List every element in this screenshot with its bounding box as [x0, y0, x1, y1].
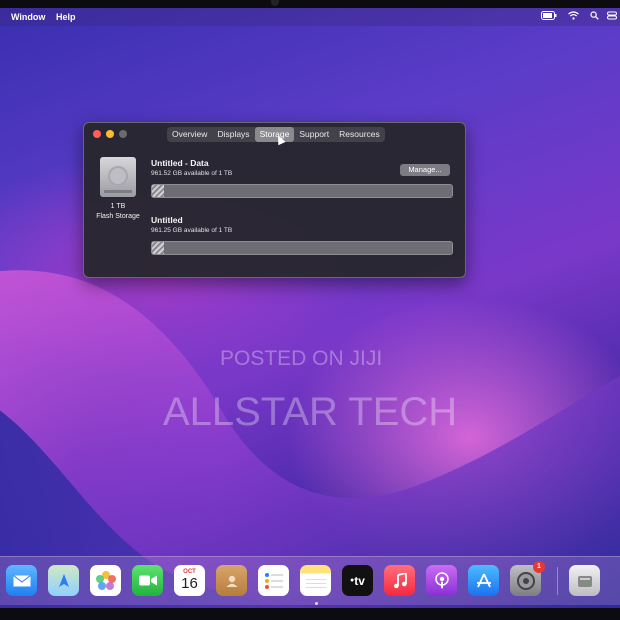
- minimize-button[interactable]: [106, 130, 114, 138]
- tv-label: tv: [354, 573, 365, 588]
- reminders-icon[interactable]: [258, 565, 289, 596]
- tab-storage[interactable]: Storage: [254, 127, 295, 142]
- hard-drive-icon: [100, 157, 136, 197]
- storage-bar-fill: [152, 185, 164, 197]
- dock-separator: [557, 567, 558, 595]
- system-preferences-icon[interactable]: 1: [510, 561, 545, 596]
- dock: OCT 16 ● tv 1: [0, 556, 620, 605]
- calendar-icon[interactable]: OCT 16: [174, 565, 205, 596]
- menu-item-help[interactable]: Help: [56, 12, 76, 22]
- manage-button[interactable]: Manage...: [400, 164, 450, 176]
- menu-bar: Window Help: [0, 8, 620, 26]
- notes-icon[interactable]: [300, 565, 331, 596]
- menu-item-window[interactable]: Window: [11, 12, 45, 22]
- mail-icon[interactable]: [6, 565, 37, 596]
- photos-icon[interactable]: [90, 565, 121, 596]
- notification-badge: 1: [533, 561, 545, 573]
- volume-name: Untitled: [151, 215, 183, 225]
- volume-name: Untitled - Data: [151, 158, 209, 168]
- storage-bar: [151, 184, 453, 198]
- battery-icon[interactable]: [541, 11, 557, 22]
- tab-support[interactable]: Support: [294, 127, 334, 142]
- desktop-wallpaper: [0, 8, 620, 608]
- control-center-icon[interactable]: [607, 11, 617, 22]
- close-button[interactable]: [93, 130, 101, 138]
- calendar-day: 16: [181, 575, 198, 592]
- maps-icon[interactable]: [48, 565, 79, 596]
- tab-overview[interactable]: Overview: [167, 127, 212, 142]
- drive-type: Flash Storage: [96, 213, 140, 220]
- search-icon[interactable]: [590, 11, 599, 22]
- tab-displays[interactable]: Displays: [212, 127, 254, 142]
- watermark-brand: ALLSTAR TECH: [163, 390, 458, 434]
- tab-resources[interactable]: Resources: [334, 127, 385, 142]
- volume-available: 961.52 GB available of 1 TB: [151, 170, 233, 177]
- storage-bar-fill: [152, 242, 164, 254]
- apple-tv-icon[interactable]: ● tv: [342, 565, 373, 596]
- storage-bar: [151, 241, 453, 255]
- zoom-button[interactable]: [119, 130, 127, 138]
- dock-running-indicator: [315, 602, 318, 605]
- podcasts-icon[interactable]: [426, 565, 457, 596]
- camera-notch: [271, 0, 279, 6]
- app-store-icon[interactable]: [468, 565, 499, 596]
- watermark-posted: POSTED ON JIJI: [220, 347, 383, 370]
- music-icon[interactable]: [384, 565, 415, 596]
- volume-available: 961.25 GB available of 1 TB: [151, 227, 233, 234]
- about-this-mac-window: Overview Displays Storage Support Resour…: [83, 122, 466, 278]
- drive-capacity: 1 TB: [110, 203, 126, 210]
- screen-bezel: [0, 608, 620, 620]
- facetime-icon[interactable]: [132, 565, 163, 596]
- disk-utility-icon[interactable]: [569, 565, 600, 596]
- contacts-icon[interactable]: [216, 565, 247, 596]
- wifi-icon[interactable]: [568, 11, 579, 22]
